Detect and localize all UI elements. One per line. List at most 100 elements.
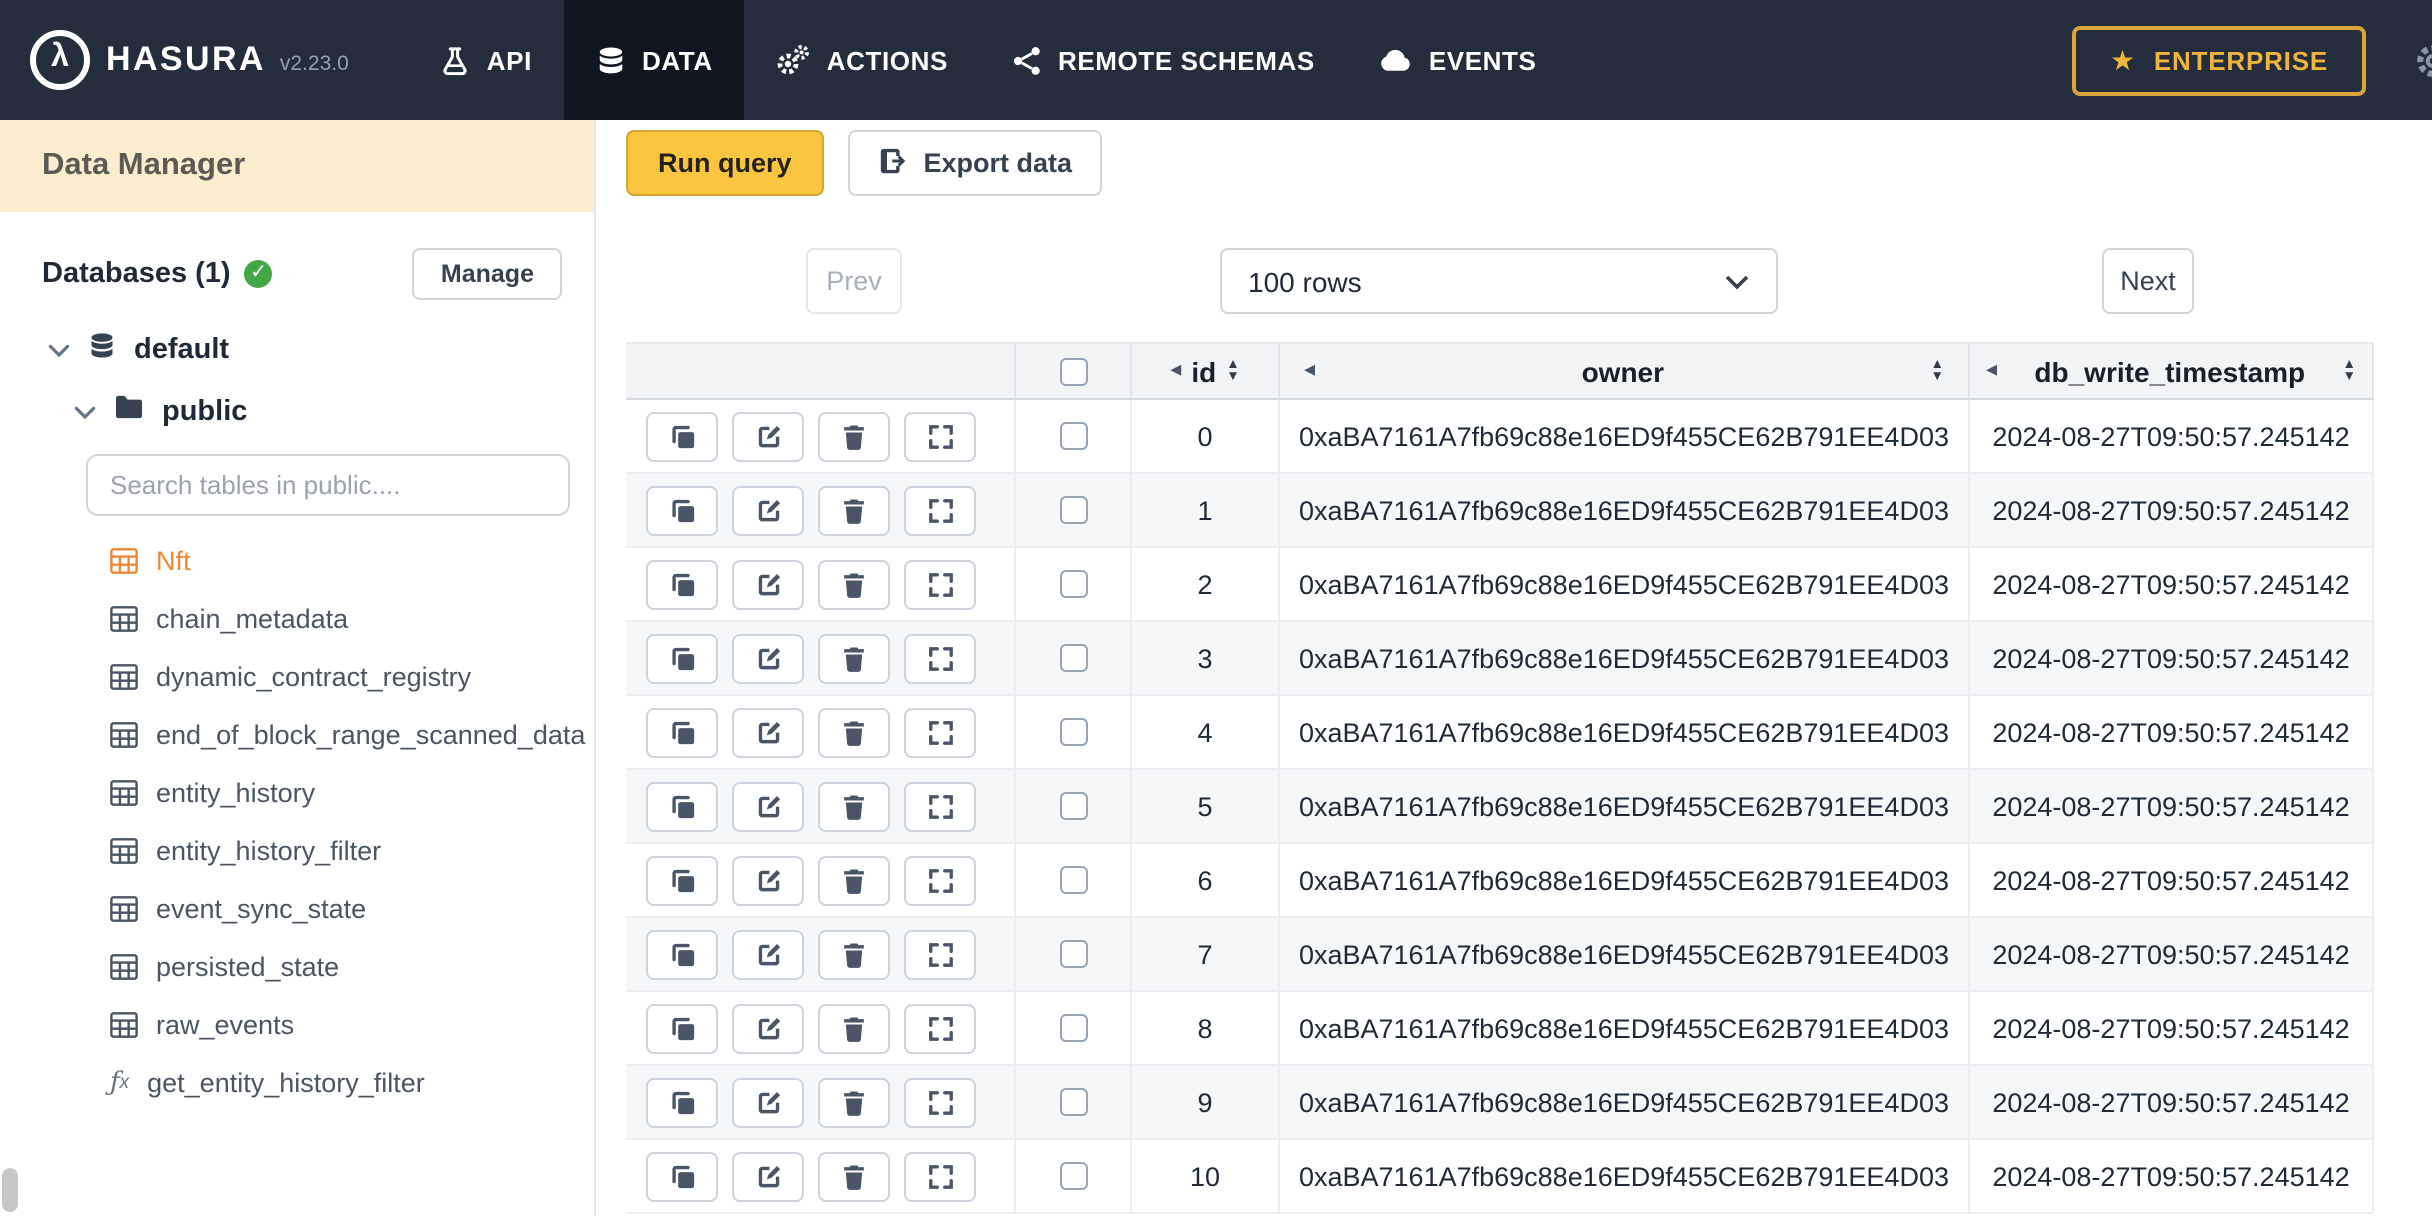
prev-page-button[interactable]: Prev xyxy=(806,248,902,314)
rows-per-page-select[interactable]: 100 rows xyxy=(1220,248,1778,314)
clone-row-button[interactable] xyxy=(646,781,718,831)
cell-db_write_timestamp: 2024-08-27T09:50:57.245142 xyxy=(1970,918,2374,990)
expand-row-button[interactable] xyxy=(904,855,976,905)
row-checkbox[interactable] xyxy=(1059,940,1087,968)
chevron-down-icon[interactable] xyxy=(74,395,96,427)
expand-row-button[interactable] xyxy=(904,1151,976,1201)
sidebar-table-dynamic_contract_registry[interactable]: dynamic_contract_registry xyxy=(110,648,594,706)
collapse-column-icon[interactable]: ◂ xyxy=(1986,359,1997,382)
edit-row-button[interactable] xyxy=(732,411,804,461)
clone-row-button[interactable] xyxy=(646,929,718,979)
settings-gear-icon[interactable] xyxy=(2414,41,2432,79)
nav-item-api[interactable]: API xyxy=(409,0,564,120)
select-all-checkbox[interactable] xyxy=(1059,357,1087,385)
manage-button[interactable]: Manage xyxy=(412,248,562,300)
clone-row-button[interactable] xyxy=(646,485,718,535)
expand-row-button[interactable] xyxy=(904,485,976,535)
edit-row-button[interactable] xyxy=(732,633,804,683)
delete-row-button[interactable] xyxy=(818,485,890,535)
delete-row-button[interactable] xyxy=(818,1151,890,1201)
delete-row-button[interactable] xyxy=(818,929,890,979)
sidebar-function-get_entity_history_filter[interactable]: ƒ x get_entity_history_filter xyxy=(110,1054,594,1112)
delete-row-button[interactable] xyxy=(818,411,890,461)
scrollbar-thumb[interactable] xyxy=(2,1168,18,1212)
hasura-logo-icon[interactable]: λ xyxy=(30,30,90,90)
clone-row-button[interactable] xyxy=(646,707,718,757)
row-checkbox[interactable] xyxy=(1059,1014,1087,1042)
nav-item-remote-schemas[interactable]: REMOTE SCHEMAS xyxy=(980,0,1347,120)
edit-row-button[interactable] xyxy=(732,1151,804,1201)
row-checkbox[interactable] xyxy=(1059,644,1087,672)
delete-row-button[interactable] xyxy=(818,855,890,905)
nav-item-actions[interactable]: ACTIONS xyxy=(745,0,980,120)
table-grid-icon xyxy=(110,838,138,864)
sort-icon[interactable]: ▲ ▼ xyxy=(1931,357,1944,383)
column-header-owner[interactable]: ◂ owner ▲ ▼ xyxy=(1280,344,1970,398)
clone-row-button[interactable] xyxy=(646,855,718,905)
row-checkbox[interactable] xyxy=(1059,1162,1087,1190)
enterprise-button[interactable]: ★ ENTERPRISE xyxy=(2071,25,2366,95)
nav-item-events[interactable]: EVENTS xyxy=(1347,0,1569,120)
sidebar-table-chain_metadata[interactable]: chain_metadata xyxy=(110,590,594,648)
delete-row-button[interactable] xyxy=(818,1003,890,1053)
row-actions xyxy=(626,844,1016,916)
column-header-db_write_timestamp[interactable]: ◂ db_write_timestamp ▲ ▼ xyxy=(1970,344,2374,398)
sidebar-table-event_sync_state[interactable]: event_sync_state xyxy=(110,880,594,938)
clone-row-button[interactable] xyxy=(646,1077,718,1127)
row-checkbox[interactable] xyxy=(1059,718,1087,746)
sort-icon[interactable]: ▲ ▼ xyxy=(2343,357,2356,383)
edit-row-button[interactable] xyxy=(732,559,804,609)
expand-row-button[interactable] xyxy=(904,411,976,461)
edit-row-button[interactable] xyxy=(732,781,804,831)
delete-row-button[interactable] xyxy=(818,559,890,609)
row-checkbox[interactable] xyxy=(1059,792,1087,820)
edit-row-button[interactable] xyxy=(732,707,804,757)
edit-row-button[interactable] xyxy=(732,1003,804,1053)
clone-row-button[interactable] xyxy=(646,559,718,609)
row-checkbox[interactable] xyxy=(1059,570,1087,598)
expand-row-button[interactable] xyxy=(904,1077,976,1127)
column-header-id[interactable]: ◂ id ▲ ▼ xyxy=(1132,344,1280,398)
sidebar-table-persisted_state[interactable]: persisted_state xyxy=(110,938,594,996)
main-content: Run query Export data Prev 100 rows Next… xyxy=(596,120,2432,1216)
sidebar-table-raw_events[interactable]: raw_events xyxy=(110,996,594,1054)
export-data-button[interactable]: Export data xyxy=(847,130,1103,196)
delete-row-button[interactable] xyxy=(818,1077,890,1127)
expand-row-button[interactable] xyxy=(904,707,976,757)
clone-row-button[interactable] xyxy=(646,633,718,683)
edit-row-button[interactable] xyxy=(732,929,804,979)
sidebar-table-entity_history_filter[interactable]: entity_history_filter xyxy=(110,822,594,880)
row-checkbox[interactable] xyxy=(1059,866,1087,894)
nav-item-data[interactable]: DATA xyxy=(563,0,745,120)
clone-row-button[interactable] xyxy=(646,411,718,461)
expand-row-button[interactable] xyxy=(904,1003,976,1053)
expand-row-button[interactable] xyxy=(904,929,976,979)
edit-row-button[interactable] xyxy=(732,1077,804,1127)
folder-icon xyxy=(114,394,144,428)
edit-row-button[interactable] xyxy=(732,485,804,535)
sidebar-table-end_of_block_range_scanned_data[interactable]: end_of_block_range_scanned_data xyxy=(110,706,594,764)
delete-row-button[interactable] xyxy=(818,781,890,831)
collapse-column-icon[interactable]: ◂ xyxy=(1304,359,1315,382)
edit-row-button[interactable] xyxy=(732,855,804,905)
expand-row-button[interactable] xyxy=(904,633,976,683)
tree-item-public-schema[interactable]: public xyxy=(74,394,594,428)
delete-row-button[interactable] xyxy=(818,633,890,683)
chevron-down-icon[interactable] xyxy=(48,334,70,366)
next-page-button[interactable]: Next xyxy=(2102,248,2194,314)
clone-row-button[interactable] xyxy=(646,1151,718,1201)
run-query-button[interactable]: Run query xyxy=(626,130,824,196)
expand-row-button[interactable] xyxy=(904,559,976,609)
clone-row-button[interactable] xyxy=(646,1003,718,1053)
sort-icon[interactable]: ▲ ▼ xyxy=(1226,357,1239,383)
row-checkbox[interactable] xyxy=(1059,422,1087,450)
row-checkbox[interactable] xyxy=(1059,1088,1087,1116)
sidebar-table-entity_history[interactable]: entity_history xyxy=(110,764,594,822)
search-tables-input[interactable] xyxy=(86,454,570,516)
delete-row-button[interactable] xyxy=(818,707,890,757)
sidebar-table-Nft[interactable]: Nft xyxy=(110,532,594,590)
tree-item-default-database[interactable]: default xyxy=(48,332,594,368)
row-checkbox[interactable] xyxy=(1059,496,1087,524)
expand-row-button[interactable] xyxy=(904,781,976,831)
collapse-column-icon[interactable]: ◂ xyxy=(1170,359,1181,382)
